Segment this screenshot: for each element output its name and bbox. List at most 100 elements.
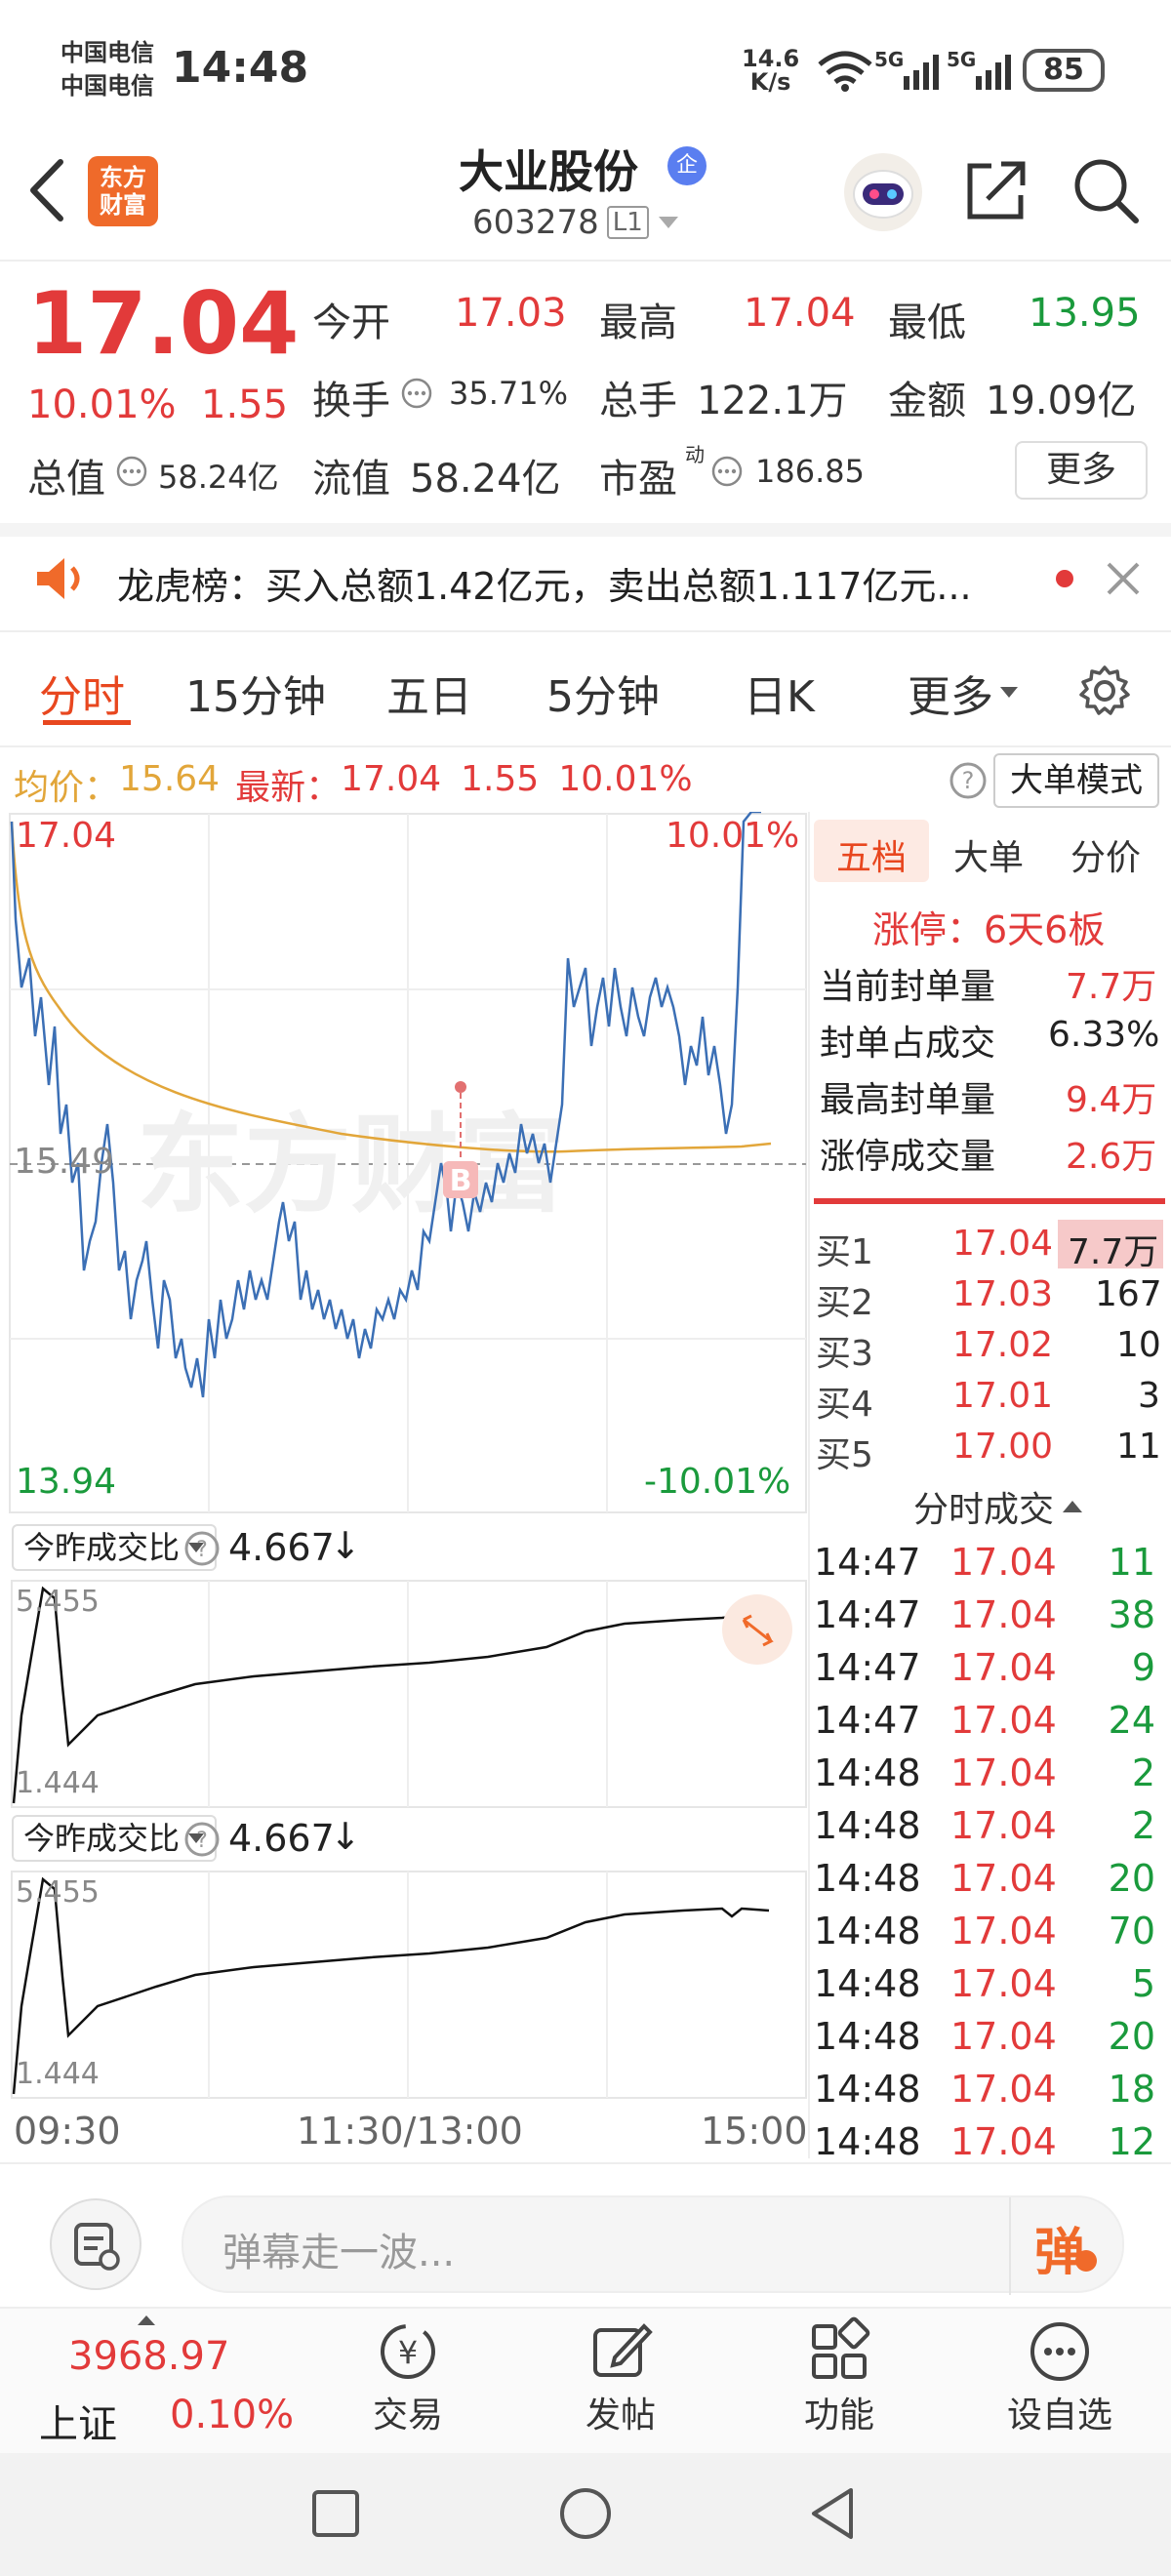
turnover-value: 35.71% bbox=[449, 375, 569, 412]
danmu-toggle-button[interactable]: 弹 bbox=[1034, 2211, 1085, 2284]
share-icon[interactable] bbox=[962, 156, 1030, 224]
chart-bottom-price: 13.94 bbox=[16, 1462, 117, 1502]
change-percent: 10.01% bbox=[27, 382, 177, 427]
trade-icon: ¥ bbox=[381, 2324, 435, 2379]
bid-label: 买1 bbox=[816, 1232, 873, 1272]
chart-mid-price: 15.49 bbox=[14, 1142, 115, 1182]
bid-price: 17.04 bbox=[952, 1224, 1054, 1264]
nav-functions[interactable]: 功能 bbox=[790, 2316, 888, 2437]
trade-row: 14:47 17.04 24 bbox=[814, 1699, 1155, 1742]
trade-row: 14:47 17.04 9 bbox=[814, 1646, 1155, 1689]
carrier-1: 中国电信 bbox=[61, 39, 154, 66]
svg-text:?: ? bbox=[962, 767, 975, 794]
more-quote-button[interactable]: 更多 bbox=[1015, 441, 1148, 500]
nav-trade[interactable]: ¥ 交易 bbox=[359, 2316, 457, 2437]
pe-label: 市盈 bbox=[599, 457, 677, 502]
avg-label: 均价： bbox=[14, 768, 120, 808]
pe-superscript: 动 bbox=[685, 443, 705, 466]
tab-daily-k[interactable]: 日K bbox=[744, 662, 815, 724]
volume-label: 总手 bbox=[599, 379, 677, 423]
nav-post[interactable]: 发帖 bbox=[572, 2316, 669, 2437]
mktcap-value: 58.24亿 bbox=[158, 459, 279, 496]
chart-bottom-percent: -10.01% bbox=[644, 1462, 791, 1502]
sub1-top-label: 5.455 bbox=[16, 1585, 100, 1619]
net-speed: 14.6 K/s bbox=[742, 45, 800, 96]
index-percent[interactable]: 0.10% bbox=[170, 2393, 294, 2437]
trade-row: 14:48 17.04 20 bbox=[814, 1857, 1155, 1900]
svg-text:?: ? bbox=[196, 1829, 208, 1853]
latest-value: 17.04 bbox=[341, 759, 442, 799]
caret-down-icon bbox=[658, 217, 678, 228]
svg-text:5G: 5G bbox=[947, 48, 976, 71]
bid-label: 买3 bbox=[816, 1334, 873, 1374]
more-dots-icon bbox=[1030, 2322, 1089, 2381]
news-ticker[interactable]: 龙虎榜：买入总额1.42亿元，卖出总额1.117亿元... bbox=[117, 556, 972, 610]
header-divider bbox=[0, 260, 1171, 262]
x-label-open: 09:30 bbox=[14, 2110, 121, 2153]
recent-apps-icon[interactable] bbox=[308, 2486, 363, 2541]
tab-5min[interactable]: 5分钟 bbox=[546, 662, 660, 724]
trades-header[interactable]: 分时成交 bbox=[913, 1481, 1083, 1532]
side-tab-five-levels[interactable]: 五档 bbox=[836, 829, 907, 880]
tabs-divider bbox=[0, 745, 1171, 747]
side-panel-divider bbox=[808, 812, 810, 2158]
info-dots-icon[interactable] bbox=[115, 455, 148, 488]
danmu-settings-icon[interactable] bbox=[49, 2197, 142, 2291]
nav-add-watchlist[interactable]: 设自选 bbox=[991, 2316, 1128, 2437]
side-tab-price-dist[interactable]: 分价 bbox=[1070, 829, 1141, 880]
trades-list: 14:47 17.04 11 14:47 17.04 38 14:47 17.0… bbox=[814, 1536, 1167, 2168]
assistant-avatar-icon[interactable] bbox=[841, 150, 925, 234]
chart-top-percent: 10.01% bbox=[666, 816, 800, 856]
news-divider bbox=[0, 630, 1171, 632]
danmu-input[interactable]: 弹幕走一波... bbox=[182, 2195, 1124, 2295]
tab-15min[interactable]: 15分钟 bbox=[185, 662, 326, 724]
gear-icon[interactable] bbox=[1077, 664, 1132, 718]
sub1-value: 4.667 bbox=[228, 1526, 335, 1569]
info-dots-icon[interactable] bbox=[400, 377, 433, 410]
side-tab-big-orders[interactable]: 大单 bbox=[953, 829, 1024, 880]
trade-row: 14:48 17.04 20 bbox=[814, 2015, 1155, 2058]
back-nav-icon[interactable] bbox=[804, 2484, 863, 2543]
bid-volume: 3 bbox=[1138, 1376, 1160, 1416]
status-bar: 中国电信 中国电信 14:48 14.6 K/s 5G 5G 85 bbox=[0, 0, 1171, 137]
buy-point bbox=[455, 1081, 466, 1093]
back-icon[interactable] bbox=[23, 156, 66, 224]
level-badge: L1 bbox=[606, 206, 649, 239]
close-icon[interactable] bbox=[1105, 560, 1142, 597]
signal-5g-icon-1: 5G bbox=[874, 48, 939, 90]
sub2-bottom-label: 1.444 bbox=[16, 2057, 100, 2091]
trade-row: 14:48 17.04 2 bbox=[814, 1751, 1155, 1794]
home-icon[interactable] bbox=[556, 2484, 615, 2543]
index-name[interactable]: 上证 bbox=[39, 2393, 117, 2449]
tab-more[interactable]: 更多 bbox=[908, 662, 1019, 724]
stat-label: 封单占成交 bbox=[820, 1024, 996, 1064]
help-icon[interactable]: ? bbox=[949, 761, 988, 800]
avg-value: 15.64 bbox=[119, 759, 221, 799]
buy-marker-label: B bbox=[450, 1164, 472, 1198]
status-time: 14:48 bbox=[172, 43, 309, 93]
bid-price: 17.03 bbox=[952, 1274, 1054, 1314]
stock-code-row[interactable]: 603278 L1 bbox=[472, 203, 680, 242]
latest-change: 1.55 bbox=[461, 759, 540, 799]
tab-5day[interactable]: 五日 bbox=[386, 662, 472, 724]
trade-row: 14:48 17.04 12 bbox=[814, 2120, 1155, 2163]
float-value: 58.24亿 bbox=[410, 457, 561, 502]
info-dots-icon[interactable] bbox=[710, 455, 744, 488]
enterprise-badge: 企 bbox=[667, 146, 707, 185]
stat-value: 6.33% bbox=[1048, 1015, 1160, 1055]
carrier-2: 中国电信 bbox=[61, 72, 154, 100]
help-icon[interactable]: ? bbox=[183, 1821, 221, 1858]
mktcap-label: 总值 bbox=[27, 457, 105, 502]
limit-up-streak: 涨停：6天6板 bbox=[872, 908, 1106, 951]
signal-5g-icon-2: 5G bbox=[947, 48, 1011, 90]
search-icon[interactable] bbox=[1070, 154, 1142, 226]
big-order-mode-button[interactable]: 大单模式 bbox=[993, 753, 1159, 808]
index-value[interactable]: 3968.97 bbox=[68, 2334, 229, 2379]
help-icon[interactable]: ? bbox=[183, 1530, 221, 1567]
svg-text:?: ? bbox=[196, 1538, 208, 1562]
bid-label: 买5 bbox=[816, 1435, 873, 1475]
high-label: 最高 bbox=[599, 301, 677, 345]
volume-ratio-chart-1 bbox=[11, 1580, 807, 1808]
tab-intraday[interactable]: 分时 bbox=[39, 662, 125, 724]
intraday-chart[interactable]: 东方财富 B bbox=[0, 812, 808, 1514]
